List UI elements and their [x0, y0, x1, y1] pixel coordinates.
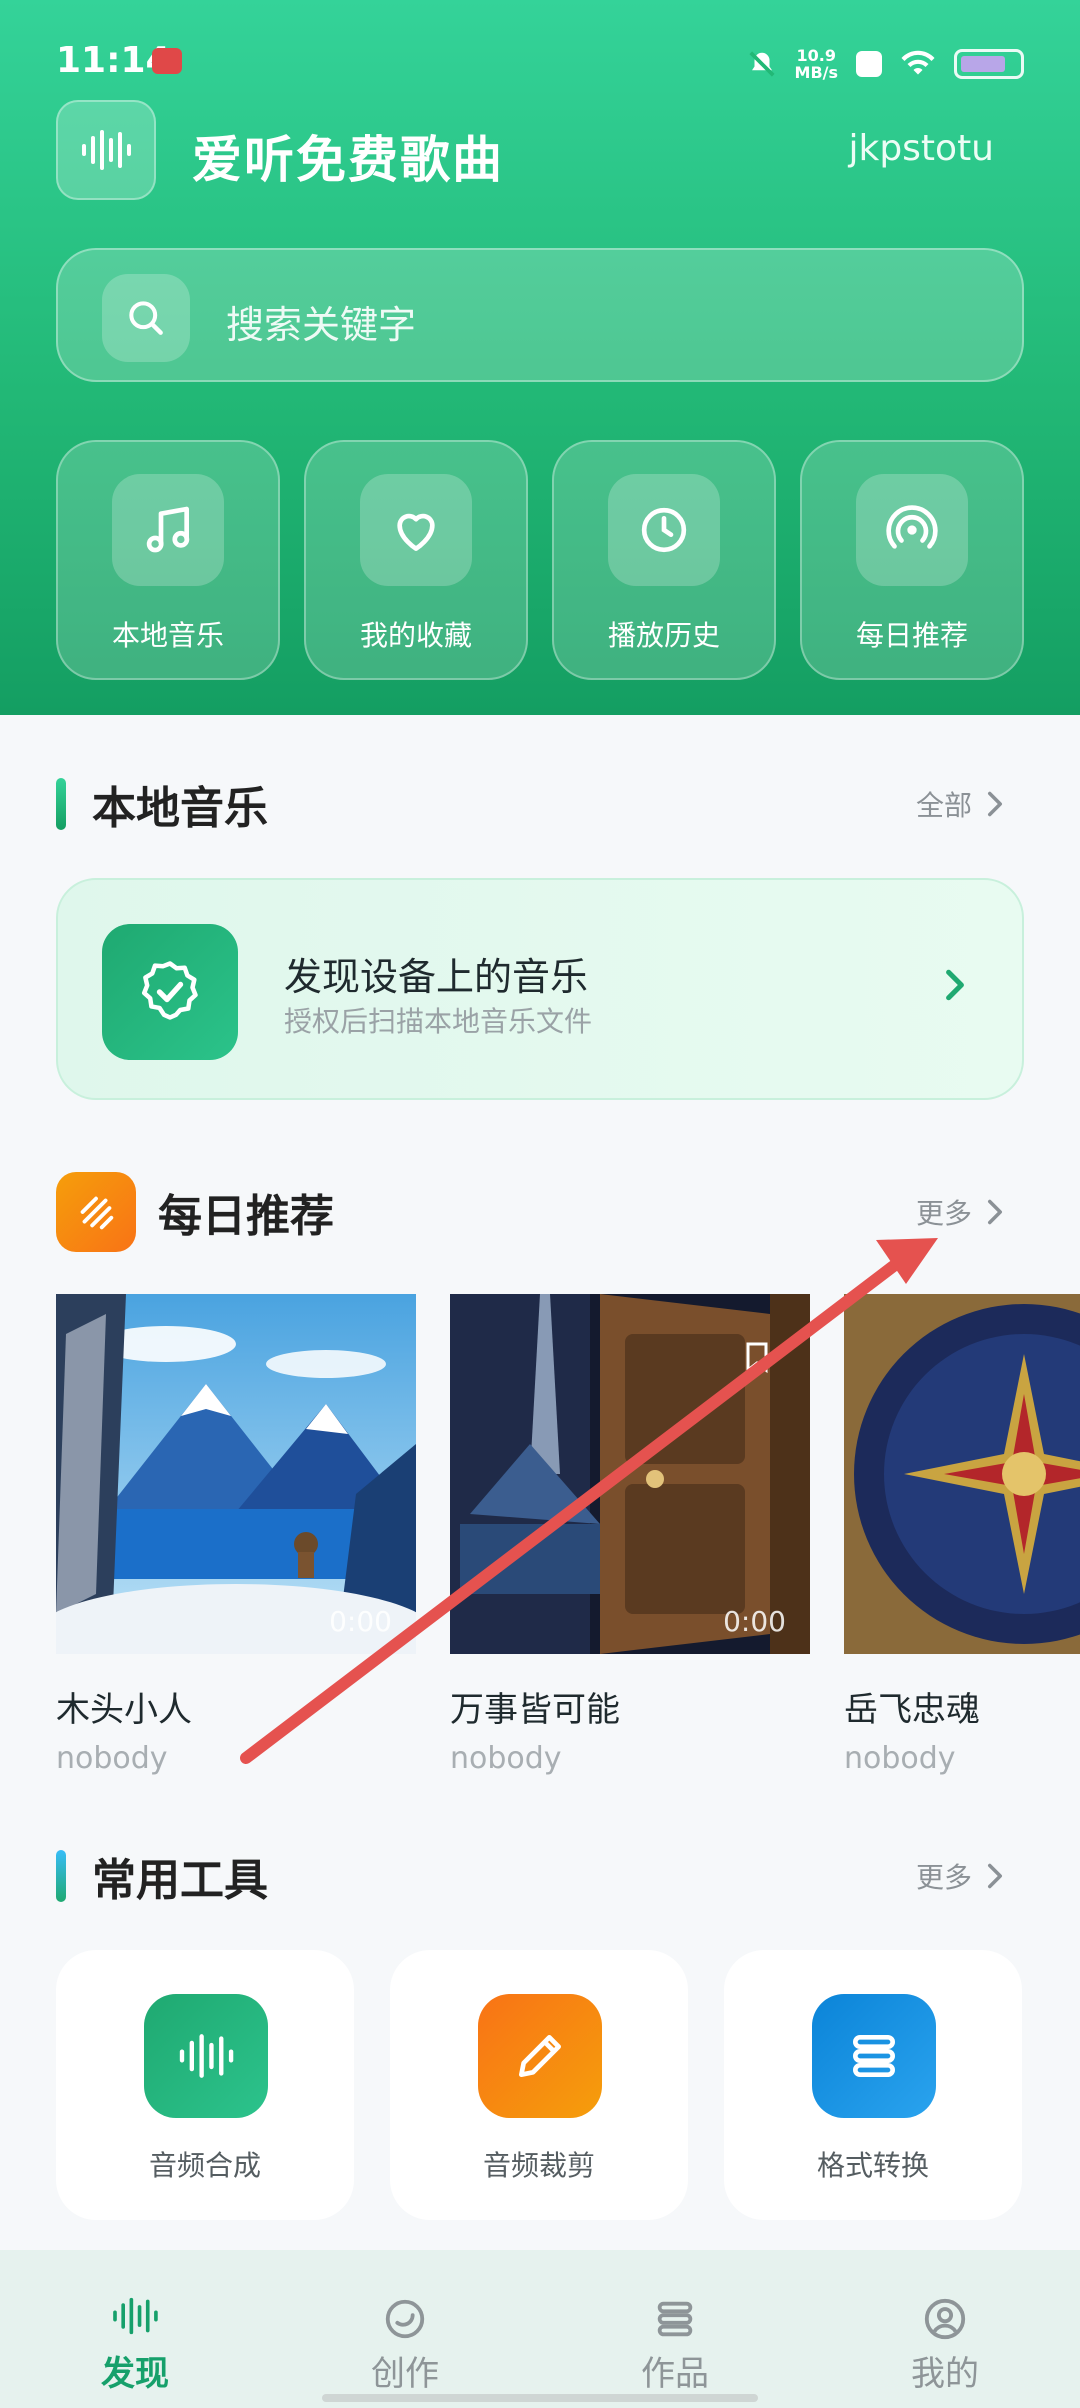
app-title: 爱听免费歌曲 [192, 131, 504, 189]
stack-icon [812, 1994, 936, 2118]
disc-icon [270, 2296, 540, 2342]
battery-icon [954, 49, 1024, 79]
quick-action-label: 播放历史 [607, 619, 720, 652]
song-title: 木头小人 [56, 1690, 192, 1730]
song-card[interactable]: 0:00 万事皆可能 nobody [450, 1294, 810, 1776]
quick-action-favorites[interactable]: 我的收藏 [304, 440, 528, 680]
header-banner: 11:14 10.9 MB/s 爱听免费歌曲 jkpstotu 搜索关键字 本地… [0, 0, 1080, 715]
song-card[interactable]: 0:00 木头小人 nobody [56, 1294, 416, 1776]
heart-icon [360, 474, 472, 586]
tools-header: 常用工具 更多 [56, 1844, 1024, 1906]
app-bar: 爱听免费歌曲 jkpstotu [56, 100, 1024, 202]
speed-unit: MB/s [794, 63, 838, 82]
user-name[interactable]: jkpstotu [848, 128, 994, 169]
status-icons: 10.9 MB/s [747, 40, 1024, 88]
section-accent [56, 1850, 66, 1902]
tab-label: 作品 [641, 2354, 709, 2394]
song-duration: 0:00 [723, 1605, 786, 1638]
song-artist: nobody [450, 1741, 562, 1776]
discover-local-music-card[interactable]: 发现设备上的音乐 授权后扫描本地音乐文件 [56, 878, 1024, 1100]
section-title: 本地音乐 [92, 783, 268, 834]
tab-label: 我的 [911, 2354, 979, 2394]
tab-works[interactable]: 作品 [540, 2250, 810, 2408]
speed-value: 10.9 [796, 46, 836, 65]
tab-label: 发现 [101, 2354, 169, 2394]
chevron-right-icon [988, 1863, 1002, 1889]
section-title: 常用工具 [92, 1855, 268, 1906]
quick-action-history[interactable]: 播放历史 [552, 440, 776, 680]
chevron-right-icon [988, 1199, 1002, 1225]
waveform-icon [0, 2296, 270, 2336]
card-title: 发现设备上的音乐 [284, 955, 589, 999]
local-music-header: 本地音乐 全部 [56, 772, 1024, 834]
daily-badge-icon [56, 1172, 136, 1252]
quick-action-label: 每日推荐 [855, 619, 968, 652]
tool-format-convert[interactable]: 格式转换 [724, 1950, 1022, 2220]
section-accent [56, 778, 66, 830]
waveform-icon [82, 130, 131, 170]
song-artist: nobody [844, 1741, 956, 1776]
song-title: 万事皆可能 [450, 1690, 620, 1730]
quick-action-daily[interactable]: 每日推荐 [800, 440, 1024, 680]
bottom-navigation: 发现 创作 作品 我的 [0, 2250, 1080, 2408]
tool-audio-trim[interactable]: 音频裁剪 [390, 1950, 688, 2220]
sim-icon [856, 51, 882, 77]
more-label: 全部 [915, 789, 972, 822]
search-icon [102, 274, 190, 362]
mute-bell-icon [748, 51, 775, 77]
local-music-all-link[interactable]: 全部 [916, 784, 1004, 824]
quick-action-label: 本地音乐 [111, 619, 224, 652]
tab-discover[interactable]: 发现 [0, 2250, 270, 2408]
daily-more-link[interactable]: 更多 [916, 1192, 1004, 1232]
music-note-icon [112, 474, 224, 586]
search-placeholder: 搜索关键字 [226, 303, 417, 347]
chevron-right-icon [946, 969, 964, 1001]
quick-action-local-music[interactable]: 本地音乐 [56, 440, 280, 680]
search-input[interactable]: 搜索关键字 [56, 248, 1024, 382]
notification-badge-icon [152, 48, 182, 74]
quick-actions: 本地音乐 我的收藏 播放历史 每日推荐 [56, 440, 1024, 680]
waveform-icon [144, 1994, 268, 2118]
verified-badge-icon [102, 924, 238, 1060]
more-label: 更多 [915, 1197, 972, 1230]
tools-more-link[interactable]: 更多 [916, 1856, 1004, 1896]
stack-icon [540, 2296, 810, 2342]
radar-icon [856, 474, 968, 586]
tool-audio-merge[interactable]: 音频合成 [56, 1950, 354, 2220]
user-icon [810, 2296, 1080, 2342]
tab-label: 创作 [371, 2354, 439, 2394]
home-indicator[interactable] [322, 2394, 758, 2402]
song-title: 岳飞忠魂 [844, 1690, 980, 1730]
card-subtitle: 授权后扫描本地音乐文件 [284, 1005, 593, 1038]
song-duration: 0:00 [329, 1605, 392, 1638]
network-speed: 10.9 MB/s [795, 47, 838, 81]
song-artist: nobody [56, 1741, 168, 1776]
tool-label: 音频合成 [148, 2149, 261, 2182]
section-title: 每日推荐 [158, 1191, 334, 1242]
song-cover-image: 0:00 [56, 1294, 416, 1654]
tool-label: 音频裁剪 [482, 2149, 595, 2182]
wifi-icon [901, 50, 935, 75]
more-label: 更多 [915, 1861, 972, 1894]
daily-recommend-header: 每日推荐 更多 [56, 1172, 1024, 1252]
tool-label: 格式转换 [816, 2149, 929, 2182]
tab-profile[interactable]: 我的 [810, 2250, 1080, 2408]
app-logo-icon [56, 100, 156, 200]
song-cover-image [844, 1294, 1080, 1654]
quick-action-label: 我的收藏 [359, 619, 472, 652]
chevron-right-icon [988, 791, 1002, 817]
tab-create[interactable]: 创作 [270, 2250, 540, 2408]
song-card[interactable]: 岳飞忠魂 nobody [844, 1294, 1080, 1776]
clock-icon [608, 474, 720, 586]
pencil-icon [478, 1994, 602, 2118]
song-cover-image: 0:00 [450, 1294, 810, 1654]
